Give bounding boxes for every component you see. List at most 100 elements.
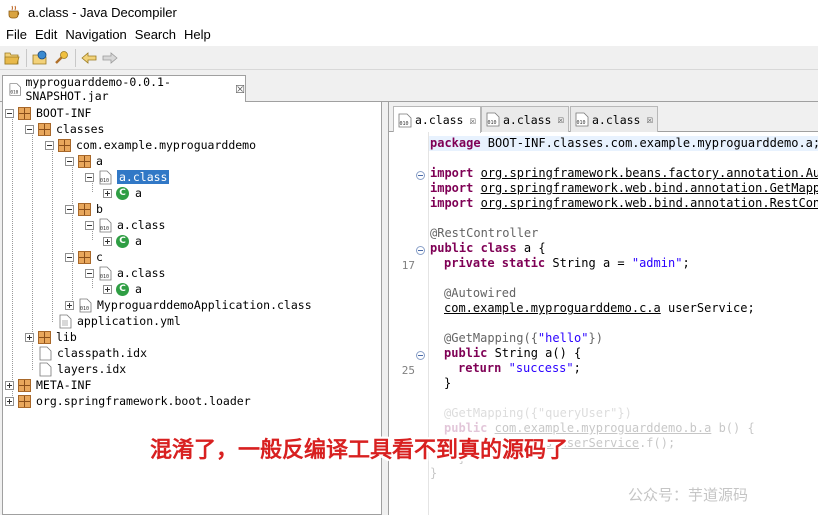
open-file-icon	[4, 52, 20, 64]
svg-text:010: 010	[100, 274, 109, 280]
open-type-icon	[32, 50, 47, 64]
tab-a-class-3[interactable]: 010 a.class ☒	[570, 106, 659, 132]
tree-node-package-c[interactable]: c	[65, 249, 103, 265]
tree-node-label: a	[96, 154, 103, 168]
tree-node-application-yml[interactable]: application.yml	[45, 313, 181, 329]
svg-text:010: 010	[100, 226, 109, 232]
collapse-toggle-icon[interactable]	[85, 268, 94, 278]
tree-node-layers-idx[interactable]: layers.idx	[25, 361, 126, 377]
code-line-service-field: com.example.myproguarddemo.c.a userServi…	[444, 301, 755, 315]
code-line-brace: }	[444, 376, 452, 390]
back-button[interactable]	[79, 48, 99, 68]
tree-node-label: layers.idx	[57, 362, 127, 376]
class-file-icon: 010	[79, 298, 92, 312]
open-file-button[interactable]	[2, 48, 22, 68]
package-icon	[18, 394, 31, 408]
tree-node-classpath-idx[interactable]: classpath.idx	[25, 345, 147, 361]
tree-node-lib[interactable]: lib	[25, 329, 77, 345]
expand-toggle-icon[interactable]	[65, 300, 74, 310]
menu-navigation[interactable]: Navigation	[61, 24, 130, 46]
close-tab-icon[interactable]: ☒	[469, 114, 476, 127]
tree-node-class-a[interactable]: C a	[103, 185, 142, 201]
collapse-toggle-icon[interactable]	[45, 140, 54, 150]
forward-button[interactable]	[100, 48, 120, 68]
menu-file[interactable]: File	[2, 24, 31, 46]
code-line-package: package BOOT-INF.classes.com.example.myp…	[430, 136, 818, 150]
tree-node-label: a	[135, 234, 142, 248]
menu-search[interactable]: Search	[131, 24, 180, 46]
menu-help[interactable]: Help	[180, 24, 215, 46]
tree-node-boot-loader[interactable]: org.springframework.boot.loader	[5, 393, 251, 409]
tab-jar-label: myproguarddemo-0.0.1-SNAPSHOT.jar	[25, 75, 171, 103]
editor-tab-bar: 010 a.class ☒ 010 a.class ☒ 010 a.class …	[389, 102, 818, 133]
svg-text:010: 010	[100, 178, 109, 184]
menu-edit[interactable]: Edit	[31, 24, 61, 46]
expand-toggle-icon[interactable]	[103, 236, 112, 246]
tree-node-label: org.springframework.boot.loader	[36, 394, 251, 408]
expand-toggle-icon[interactable]	[5, 396, 14, 406]
tree-node-c-a-class[interactable]: 010 a.class	[85, 265, 165, 281]
tree-node-package-root[interactable]: com.example.myproguarddemo	[45, 137, 256, 153]
forward-arrow-icon	[102, 51, 118, 64]
package-icon	[18, 106, 31, 120]
code-line-import: import org.springframework.web.bind.anno…	[430, 196, 818, 210]
collapse-toggle-icon[interactable]	[5, 108, 14, 118]
code-line-faded: @GetMapping({"queryUser"})	[444, 406, 632, 420]
code-line-annotation: @RestController	[430, 226, 539, 240]
close-tab-icon[interactable]: ☒	[646, 113, 653, 126]
tree-node-class-a[interactable]: C a	[103, 281, 142, 297]
tree-node-label: classpath.idx	[57, 346, 148, 360]
tab-label: a.class	[592, 112, 641, 127]
collapse-toggle-icon[interactable]	[25, 124, 34, 134]
fold-marker-icon[interactable]	[416, 246, 425, 255]
package-icon	[58, 138, 71, 152]
expand-toggle-icon[interactable]	[103, 284, 112, 294]
expand-toggle-icon[interactable]	[103, 188, 112, 198]
fold-marker-icon[interactable]	[416, 351, 425, 360]
close-tab-icon[interactable]: ☒	[235, 83, 245, 96]
code-line-annotation: @GetMapping({"hello"})	[444, 331, 603, 345]
class-file-icon: 010	[99, 170, 112, 184]
tree-node-label: com.example.myproguarddemo	[76, 138, 257, 152]
tab-jar-archive[interactable]: 010 myproguarddemo-0.0.1-SNAPSHOT.jar ☒	[2, 75, 246, 103]
menu-bar: File Edit Navigation Search Help	[0, 24, 818, 46]
tree-node-label: b	[96, 202, 103, 216]
collapse-toggle-icon[interactable]	[65, 204, 74, 214]
fold-marker-icon[interactable]	[416, 171, 425, 180]
file-icon	[39, 346, 52, 360]
collapse-toggle-icon[interactable]	[85, 220, 94, 230]
code-line-annotation: @Autowired	[444, 286, 517, 300]
tree-node-b-a-class[interactable]: 010 a.class	[85, 217, 165, 233]
expand-toggle-icon[interactable]	[25, 332, 34, 342]
code-line-faded: }	[430, 466, 438, 480]
tab-a-class-1[interactable]: 010 a.class ☒	[393, 106, 482, 133]
tree-connector	[52, 148, 53, 322]
back-arrow-icon	[81, 51, 97, 64]
tab-label: a.class	[503, 112, 552, 127]
code-line-return: return "success";	[458, 361, 581, 375]
search-button[interactable]	[51, 48, 71, 68]
open-type-button[interactable]	[30, 48, 50, 68]
collapse-toggle-icon[interactable]	[85, 172, 94, 182]
tree-node-package-b[interactable]: b	[65, 201, 103, 217]
close-tab-icon[interactable]: ☒	[557, 113, 564, 126]
tree-node-class-a[interactable]: C a	[103, 233, 142, 249]
tree-node-label: a	[135, 186, 142, 200]
collapse-toggle-icon[interactable]	[65, 156, 74, 166]
tree-node-package-a[interactable]: a	[65, 153, 103, 169]
tree-node-classes[interactable]: classes	[25, 121, 104, 137]
coffee-cup-icon	[8, 5, 20, 19]
tree-node-meta-inf[interactable]: META-INF	[5, 377, 91, 393]
tree-node-a-class-selected[interactable]: 010 a.class	[85, 169, 170, 185]
svg-text:010: 010	[400, 121, 409, 127]
tree-node-label: c	[96, 250, 103, 264]
class-file-icon: 010	[99, 266, 112, 280]
package-icon	[78, 250, 91, 264]
tree-node-application-class[interactable]: 010 MyproguarddemoApplication.class	[65, 297, 312, 313]
archive-tab-bar: 010 myproguarddemo-0.0.1-SNAPSHOT.jar ☒	[0, 72, 818, 103]
tree-node-boot-inf[interactable]: BOOT-INF	[5, 105, 91, 121]
toolbar-separator	[75, 48, 76, 67]
collapse-toggle-icon[interactable]	[65, 252, 74, 262]
tab-a-class-2[interactable]: 010 a.class ☒	[481, 106, 570, 132]
expand-toggle-icon[interactable]	[5, 380, 14, 390]
